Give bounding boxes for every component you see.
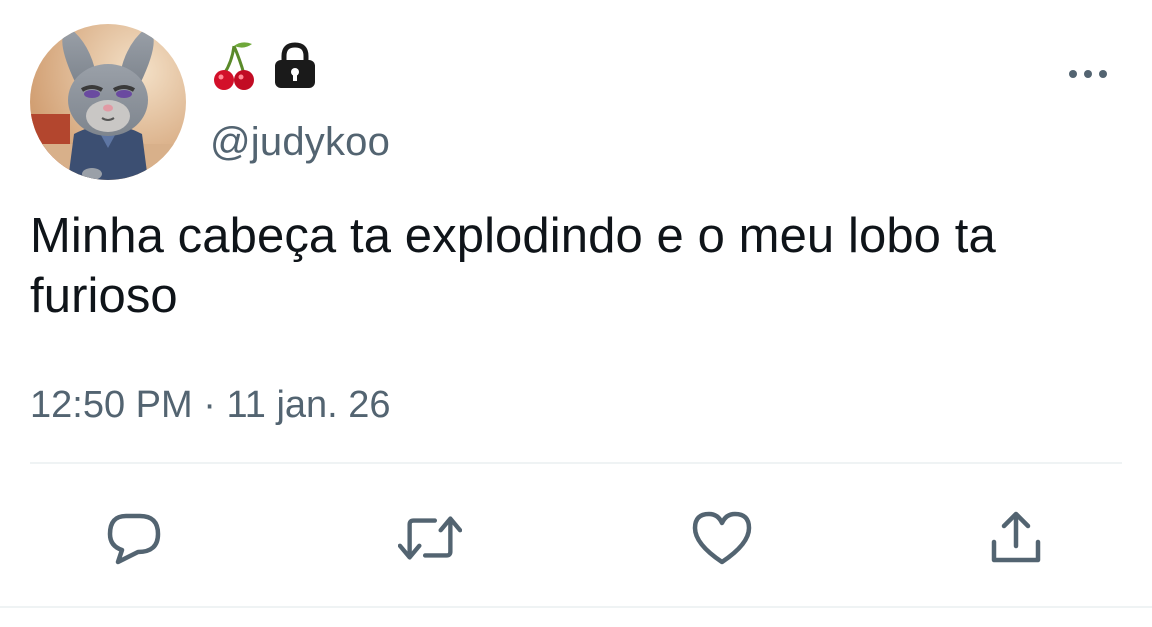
divider	[30, 462, 1122, 464]
share-button[interactable]	[984, 506, 1048, 570]
lock-icon	[272, 41, 318, 95]
tweet-card: @judykoo Minha cabeça ta explodindo e o …	[0, 0, 1152, 627]
reply-button[interactable]	[102, 506, 166, 570]
meta-separator: ·	[192, 384, 227, 426]
user-handle[interactable]: @judykoo	[210, 118, 390, 166]
heart-icon	[692, 511, 752, 565]
tweet-timestamp[interactable]: 12:50 PM · 11 jan. 26	[30, 382, 391, 428]
more-dots-icon	[1069, 70, 1107, 78]
share-icon	[991, 511, 1041, 563]
avatar-image	[30, 24, 186, 180]
reply-icon	[107, 513, 161, 565]
avatar[interactable]	[30, 24, 186, 180]
tweet-date: 11 jan. 26	[226, 384, 391, 426]
like-button[interactable]	[690, 506, 754, 570]
display-name-row[interactable]	[212, 40, 318, 96]
more-options-button[interactable]	[1064, 60, 1112, 88]
bottom-divider	[0, 606, 1152, 608]
cherries-icon	[212, 40, 256, 97]
retweet-button[interactable]	[398, 506, 462, 570]
tweet-text: Minha cabeça ta explodindo e o meu lobo …	[30, 209, 996, 323]
retweet-icon	[398, 516, 462, 560]
tweet-time: 12:50 PM	[30, 384, 193, 426]
